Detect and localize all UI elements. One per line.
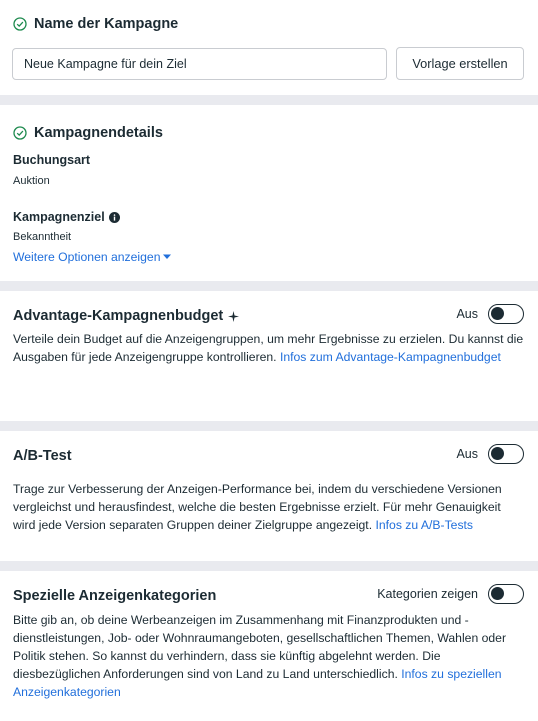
campaign-name-title: Name der Kampagne — [34, 16, 179, 32]
special-categories-toggle[interactable] — [488, 584, 524, 604]
campaign-details-card: Kampagnendetails Buchungsart Auktion Kam… — [0, 105, 538, 281]
ab-test-card: A/B-Test Aus Trage zur Verbesserung der … — [0, 431, 538, 561]
advantage-toggle[interactable] — [488, 304, 524, 324]
special-categories-card: Spezielle Anzeigenkategorien Kategorien … — [0, 571, 538, 721]
check-circle-icon — [13, 17, 27, 31]
ab-test-title: A/B-Test — [13, 448, 72, 464]
campaign-name-card: Name der Kampagne Neue Kampagne für dein… — [0, 0, 538, 95]
ab-toggle[interactable] — [488, 444, 524, 464]
advantage-toggle-label: Aus — [456, 307, 478, 321]
advantage-header: Advantage-Kampagnenbudget — [13, 308, 240, 324]
special-description-block: Bitte gib an, ob deine Werbeanzeigen im … — [13, 611, 524, 701]
campaign-name-header: Name der Kampagne — [13, 16, 178, 32]
campaign-name-value: Neue Kampagne für dein Ziel — [24, 57, 187, 71]
special-toggle-group: Kategorien zeigen — [377, 584, 524, 604]
special-toggle-label: Kategorien zeigen — [377, 587, 478, 601]
more-options-label: Weitere Optionen anzeigen — [13, 250, 161, 264]
campaign-details-header: Kampagnendetails — [13, 125, 163, 141]
objective-value: Bekanntheit — [13, 231, 72, 243]
campaign-details-title: Kampagnendetails — [34, 125, 163, 141]
toggle-knob — [491, 307, 504, 320]
caret-down-icon — [163, 254, 172, 259]
special-categories-title: Spezielle Anzeigenkategorien — [13, 588, 217, 604]
ab-description-block: Trage zur Verbesserung der Anzeigen-Perf… — [13, 480, 524, 534]
info-icon[interactable] — [108, 211, 120, 223]
booking-type-label: Buchungsart — [13, 153, 91, 167]
objective-label-row: Kampagnenziel — [13, 210, 120, 224]
advantage-description-block: Verteile dein Budget auf die Anzeigengru… — [13, 330, 524, 366]
advantage-sparkle-icon — [228, 310, 240, 322]
advantage-toggle-group: Aus — [456, 304, 524, 324]
ab-info-link[interactable]: Infos zu A/B-Tests — [375, 518, 473, 532]
more-options-link[interactable]: Weitere Optionen anzeigen — [13, 250, 172, 264]
booking-type-value: Auktion — [13, 175, 50, 187]
ab-toggle-group: Aus — [456, 444, 524, 464]
toggle-knob — [491, 587, 504, 600]
campaign-name-input[interactable]: Neue Kampagne für dein Ziel — [12, 48, 387, 80]
objective-label: Kampagnenziel — [13, 210, 105, 224]
toggle-knob — [491, 447, 504, 460]
advantage-title: Advantage-Kampagnenbudget — [13, 308, 224, 324]
check-circle-icon — [13, 126, 27, 140]
create-template-button[interactable]: Vorlage erstellen — [396, 47, 524, 80]
ab-toggle-label: Aus — [456, 447, 478, 461]
advantage-info-link[interactable]: Infos zum Advantage-Kampagnenbudget — [280, 350, 501, 364]
advantage-budget-card: Advantage-Kampagnenbudget Aus Verteile d… — [0, 291, 538, 421]
